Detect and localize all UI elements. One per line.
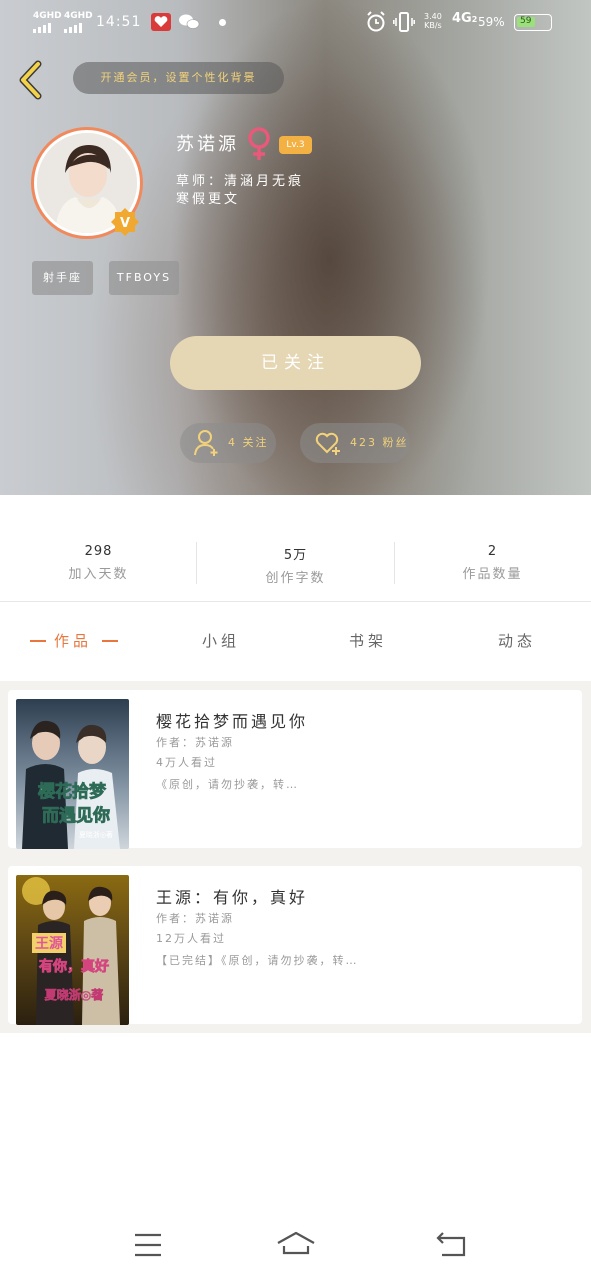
back-nav-button[interactable] [432,1228,472,1262]
work-author: 作者：苏诺源 [156,912,234,925]
notification-dot [219,19,226,26]
wechat-icon [178,13,200,31]
signal-1-icon: 4GHD [33,12,62,33]
network-type: 4G2 [452,11,477,26]
cover-title-1: 王源 [35,935,63,952]
verified-badge-icon: V [110,207,140,237]
cover-author: 夏晓浙◎著 [79,830,113,839]
home-icon [277,1231,315,1255]
stat-work-count: 2 作品数量 [394,528,591,600]
status-bar: 4GHD 4GHD 14:51 3.40 KB/s 4G2 59% 59 [0,0,591,46]
signal-1-label: 4GHD [33,11,62,21]
work-description: 【已完结】《原创，请勿抄袭，转… [156,954,359,967]
tab-activity[interactable]: 动态 [498,630,536,651]
home-button[interactable] [275,1228,317,1262]
stat-divider [196,542,197,584]
fans-label: 423 粉丝 [350,436,409,449]
book-cover: 王源 有你，真好 夏晓浙◎著 [16,875,129,1025]
cover-title-1: 樱花拾梦 [38,781,107,802]
work-views: 12万人看过 [156,932,226,945]
following-label: 4 关注 [228,436,269,449]
return-icon [436,1232,466,1257]
tag-zodiac[interactable]: 射手座 [32,261,93,295]
battery-icon-label: 59 [520,16,532,26]
verified-badge-letter: V [120,216,130,231]
stat-label: 加入天数 [68,567,129,582]
profile-tabs: 作品 小组 书架 动态 [0,602,591,680]
cover-author: 夏晓浙◎著 [45,987,103,1002]
profile-page: 4GHD 4GHD 14:51 3.40 KB/s 4G2 59% 59 开通会… [0,0,591,1280]
user-name: 苏诺源 [176,134,239,155]
menu-button[interactable] [128,1228,168,1262]
signal-2-label: 4GHD [64,11,93,21]
network-speed-value: 3.40 [424,12,442,21]
stat-value: 298 [84,544,113,559]
battery-percent: 59% [478,15,505,29]
vibrate-icon [393,12,415,35]
level-badge: Lv.3 [279,136,312,154]
stat-value: 5万 [283,548,308,563]
battery-icon: 59 [514,14,552,31]
stat-join-days: 298 加入天数 [0,528,197,600]
network-speed: 3.40 KB/s [424,12,442,30]
back-button[interactable] [14,58,48,102]
add-user-icon [194,430,218,456]
following-count-button[interactable]: 4 关注 [180,423,276,463]
stat-word-count: 5万 创作字数 [197,528,394,600]
fans-count-button[interactable]: 423 粉丝 [300,423,410,463]
stats-row: 298 加入天数 5万 创作字数 2 作品数量 [0,528,591,600]
vip-background-banner[interactable]: 开通会员，设置个性化背景 [73,62,284,94]
clock: 14:51 [96,14,142,30]
work-item[interactable]: 王源 有你，真好 夏晓浙◎著 王源：有你，真好 作者：苏诺源 12万人看过 【已… [8,866,582,1025]
tag-group[interactable]: TFBOYS [109,261,179,295]
tab-groups[interactable]: 小组 [202,630,240,651]
stat-value: 2 [487,544,498,559]
network-speed-unit: KB/s [424,21,442,30]
signal-2-icon: 4GHD [64,12,93,33]
user-bio: 草师：清涵月无痕 寒假更文 [176,173,304,209]
follow-button[interactable]: 已关注 [170,336,421,390]
cover-title-2: 有你，真好 [39,958,109,975]
work-title: 樱花拾梦而遇见你 [156,712,309,731]
bio-line-2: 寒假更文 [176,192,241,207]
active-tab-indicator-left [30,640,46,642]
tab-works[interactable]: 作品 [54,630,92,651]
alarm-icon [366,11,386,36]
work-title: 王源：有你，真好 [156,888,309,907]
system-navigation-bar [0,1210,591,1280]
work-description: 《原创，请勿抄袭，转… [156,778,299,791]
notification-app-icon [151,13,171,31]
female-gender-icon [246,126,272,162]
network-sim-label: 2 [471,15,478,24]
stat-label: 作品数量 [462,567,523,582]
work-item[interactable]: 樱花拾梦 而遇见你 夏晓浙◎著 樱花拾梦而遇见你 作者：苏诺源 4万人看过 《原… [8,690,582,849]
menu-icon [135,1233,161,1257]
active-tab-indicator-right [102,640,118,642]
book-cover: 樱花拾梦 而遇见你 夏晓浙◎著 [16,699,129,849]
bio-line-1: 草师：清涵月无痕 [176,174,305,189]
heart-icon [315,432,340,455]
work-views: 4万人看过 [156,756,217,769]
tab-bookshelf[interactable]: 书架 [349,630,387,651]
cover-title-2: 而遇见你 [42,805,110,826]
back-arrow-icon [19,60,42,100]
work-author: 作者：苏诺源 [156,736,234,749]
stat-divider [394,542,395,584]
network-type-label: 4G [452,11,472,26]
stat-label: 创作字数 [265,571,326,586]
